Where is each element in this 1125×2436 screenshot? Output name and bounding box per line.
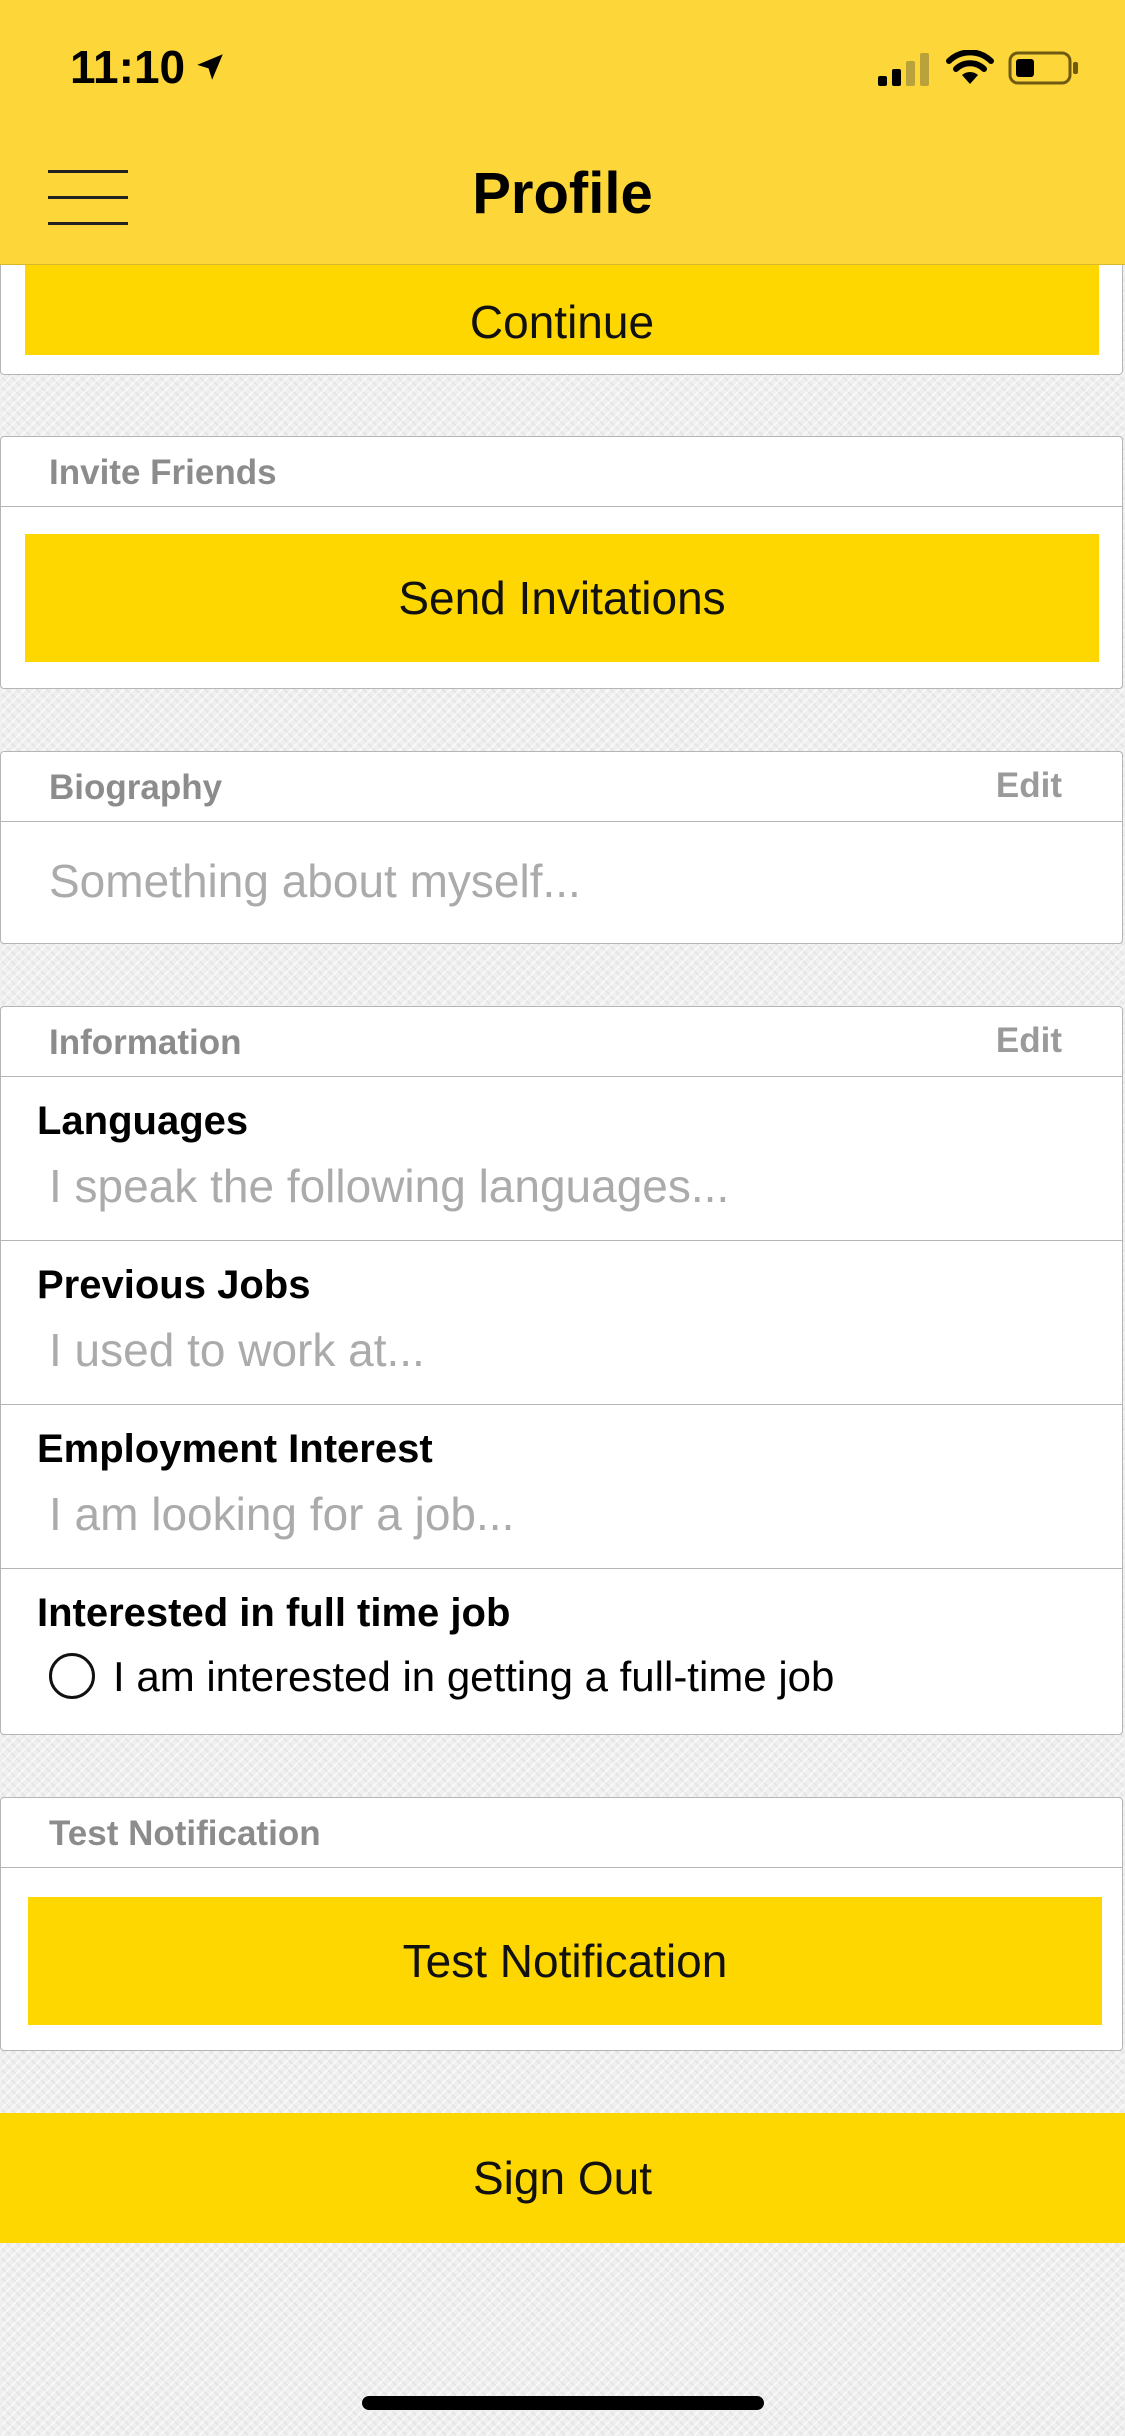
biography-edit-button[interactable]: Edit [996, 766, 1062, 806]
nav-bar: 11:10 Profile [0, 0, 1125, 265]
full-time-option-label[interactable]: I am interested in getting a full-time j… [113, 1653, 834, 1701]
information-edit-button[interactable]: Edit [996, 1021, 1062, 1061]
test-notification-card: Test Notification Test Notification [0, 1797, 1123, 2051]
employment-interest-row[interactable]: Employment Interest I am looking for a j… [1, 1405, 1122, 1569]
home-indicator [362, 2396, 764, 2410]
biography-header: Biography Edit [1, 752, 1122, 822]
test-notification-header: Test Notification [1, 1798, 1122, 1868]
languages-row[interactable]: Languages I speak the following language… [1, 1077, 1122, 1241]
invite-friends-label: Invite Friends [49, 453, 277, 492]
languages-placeholder: I speak the following languages... [49, 1160, 730, 1212]
previous-jobs-row[interactable]: Previous Jobs I used to work at... [1, 1241, 1122, 1405]
sign-out-button[interactable]: Sign Out [0, 2113, 1125, 2243]
test-notification-button[interactable]: Test Notification [28, 1897, 1102, 2025]
signal-icon [878, 53, 929, 86]
information-card: Information Edit Languages I speak the f… [0, 1006, 1123, 1735]
languages-title: Languages [37, 1099, 249, 1143]
send-invitations-button[interactable]: Send Invitations [25, 534, 1099, 662]
biography-label: Biography [49, 768, 223, 807]
status-time: 11:10 [70, 40, 227, 94]
battery-icon [1008, 51, 1078, 85]
invite-friends-header: Invite Friends [1, 437, 1122, 507]
full-time-row: Interested in full time job I am interes… [1, 1569, 1122, 1734]
page-title: Profile [472, 161, 653, 226]
status-time-text: 11:10 [70, 41, 186, 93]
previous-jobs-title: Previous Jobs [37, 1263, 311, 1307]
test-notification-label: Test Notification [49, 1814, 321, 1853]
information-label: Information [49, 1023, 242, 1062]
full-time-title: Interested in full time job [37, 1591, 511, 1635]
biography-text[interactable]: Something about myself... [49, 854, 581, 908]
biography-card: Biography Edit Something about myself... [0, 751, 1123, 944]
employment-interest-placeholder: I am looking for a job... [49, 1488, 515, 1540]
information-header: Information Edit [1, 1007, 1122, 1077]
invite-friends-card: Invite Friends Send Invitations [0, 436, 1123, 689]
full-time-radio[interactable] [49, 1653, 95, 1699]
wifi-icon [946, 50, 994, 84]
location-arrow-icon [197, 54, 223, 80]
employment-interest-title: Employment Interest [37, 1427, 433, 1471]
previous-jobs-placeholder: I used to work at... [49, 1324, 425, 1376]
